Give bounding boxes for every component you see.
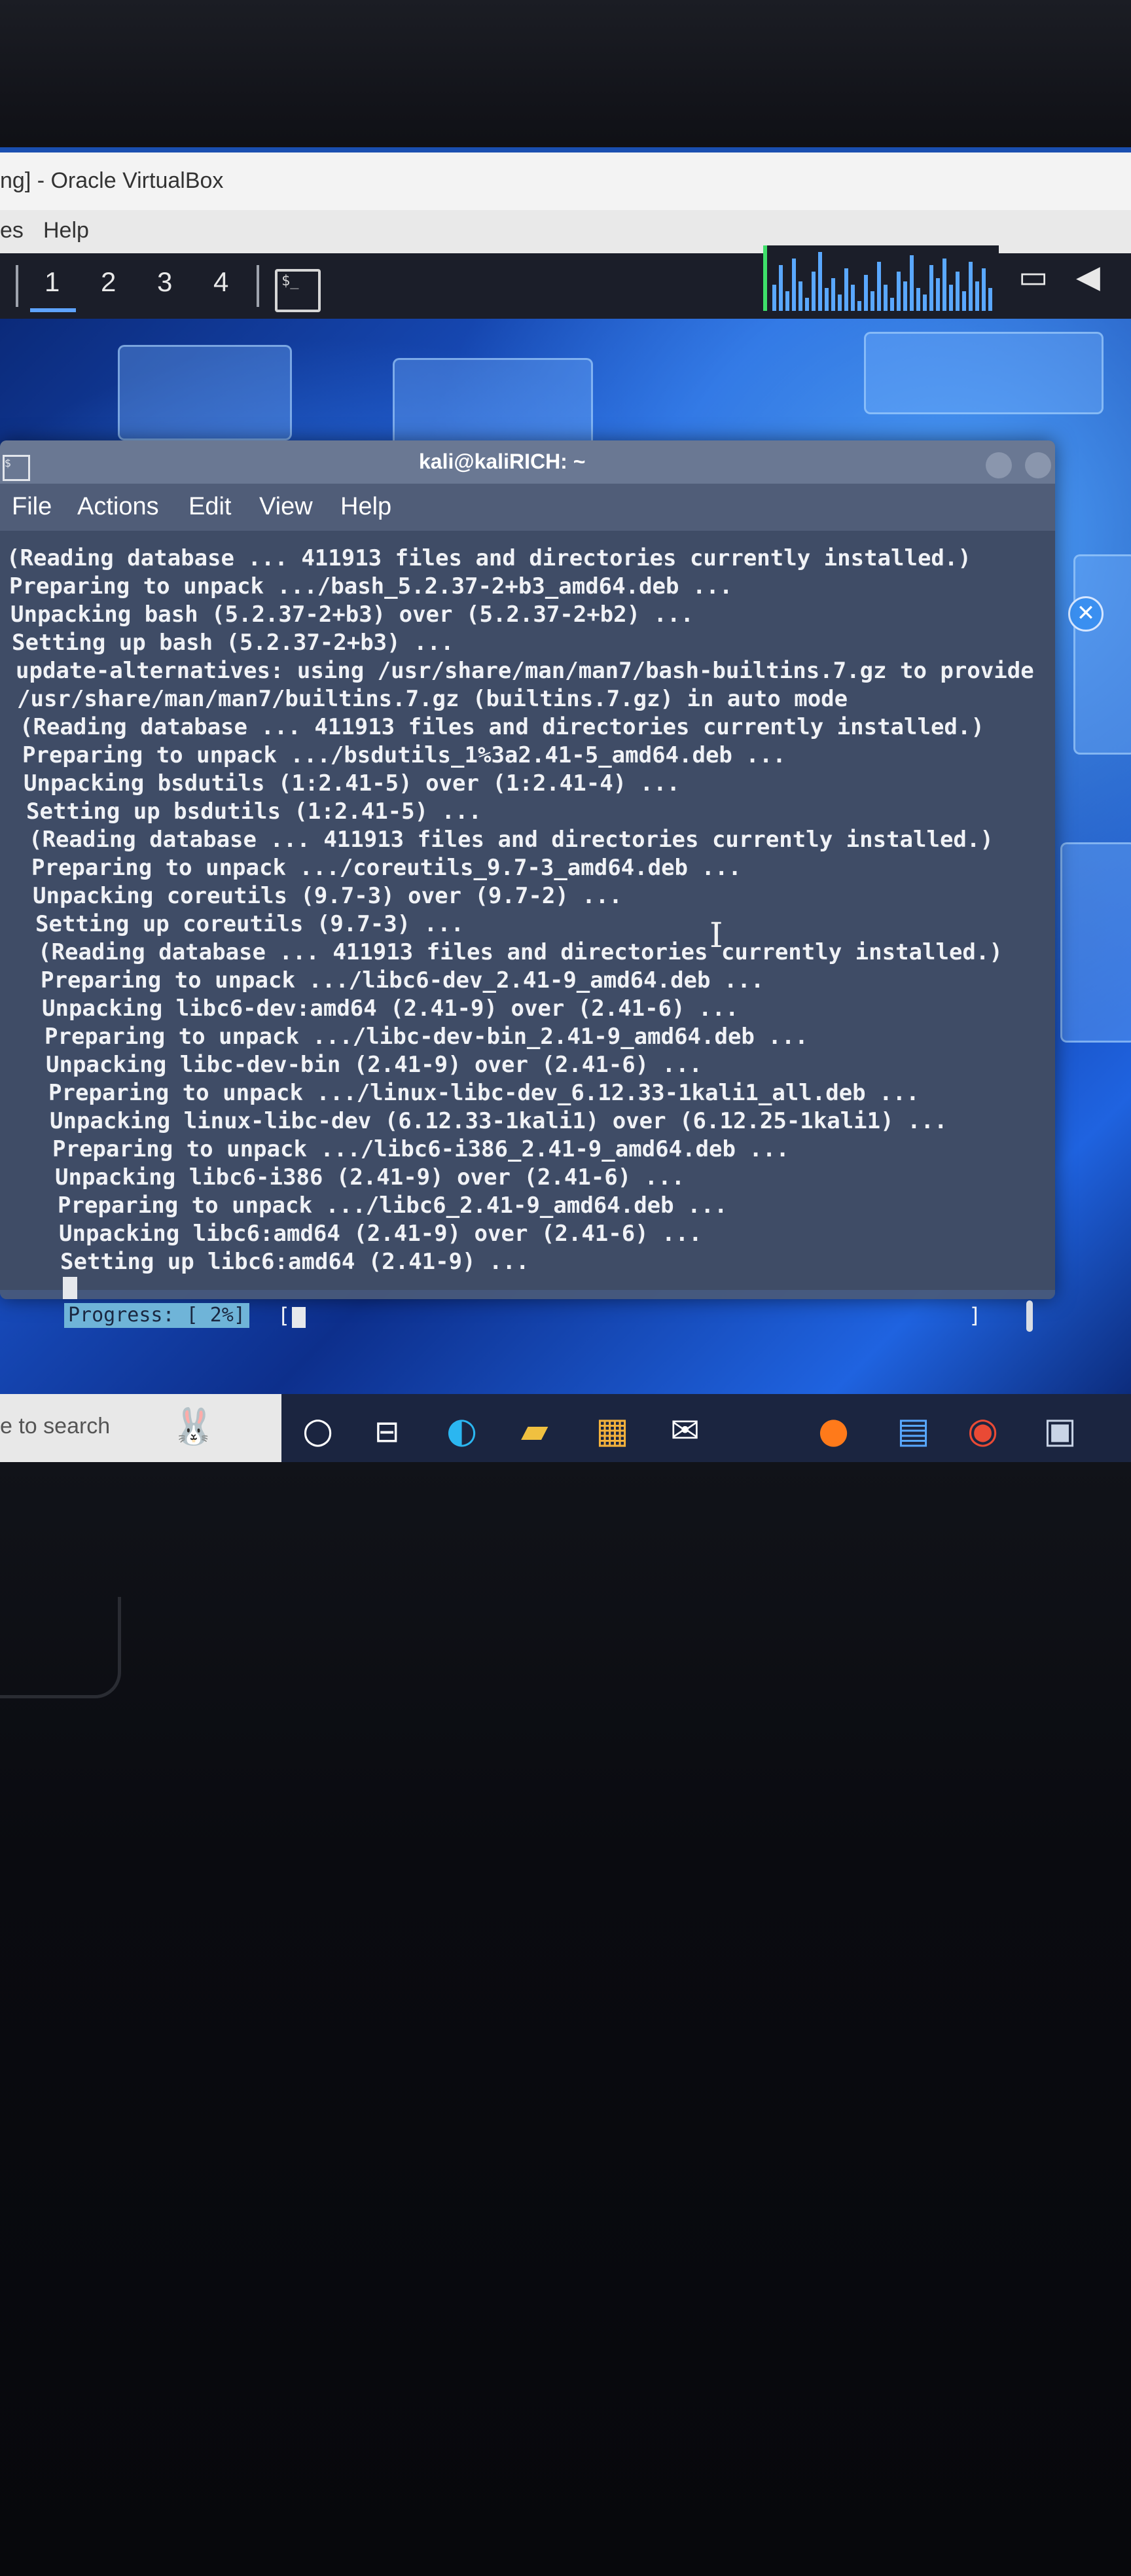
desk-surface — [0, 1462, 1131, 2576]
mail-icon[interactable]: ✉ — [670, 1410, 700, 1451]
terminal-line: Setting up bsdutils (1:2.41-5) ... — [26, 798, 482, 825]
search-box[interactable]: e to search 🐰 — [0, 1394, 281, 1462]
workspace-1[interactable]: 1 — [45, 266, 60, 298]
terminal-line: Unpacking libc6-i386 (2.41-9) over (2.41… — [55, 1164, 685, 1190]
vbox-menu-es[interactable]: es — [0, 218, 24, 243]
cpu-graph — [763, 245, 999, 311]
windows-taskbar: e to search 🐰 ○ ⊟ ◐ ▰ ▦ ✉ ● ▤ ◉ ▣ — [0, 1394, 1131, 1462]
terminal-titlebar: $ kali@kaliRICH: ~ — [0, 440, 1055, 484]
terminal-window-icon: $ — [3, 455, 30, 481]
cortana-icon[interactable]: ○ — [302, 1410, 333, 1451]
text-cursor-icon: I — [709, 916, 723, 956]
terminal-line: (Reading database ... 411913 files and d… — [38, 939, 1003, 965]
virtualbox-titlebar: ng] - Oracle VirtualBox — [0, 152, 1131, 210]
terminal-line: (Reading database ... 411913 files and d… — [7, 545, 971, 571]
terminal-line: Preparing to unpack .../linux-libc-dev_6… — [48, 1080, 920, 1106]
wallpaper-key-shape — [864, 332, 1104, 414]
terminal-line: Setting up coreutils (9.7-3) ... — [35, 911, 465, 937]
minimize-button[interactable] — [986, 452, 1012, 478]
store-icon[interactable]: ▦ — [596, 1410, 629, 1451]
active-workspace-indicator — [30, 308, 76, 312]
virtualbox-title: ng] - Oracle VirtualBox — [0, 168, 224, 193]
menu-edit[interactable]: Edit — [188, 493, 231, 521]
workspace-4[interactable]: 4 — [213, 266, 228, 298]
menu-view[interactable]: View — [259, 493, 313, 521]
maximize-button[interactable] — [1025, 452, 1051, 478]
terminal-line: Preparing to unpack .../libc6-dev_2.41-9… — [41, 967, 764, 993]
firefox-icon[interactable]: ● — [818, 1410, 849, 1451]
terminal-line: Unpacking bsdutils (1:2.41-5) over (1:2.… — [24, 770, 681, 796]
terminal-line: Preparing to unpack .../bsdutils_1%3a2.4… — [22, 742, 786, 768]
progress-bar-open: [ — [278, 1303, 291, 1328]
menu-help[interactable]: Help — [340, 493, 391, 521]
monitor-stand — [0, 1597, 121, 1698]
terminal-close-button[interactable]: ✕ — [1068, 596, 1104, 632]
display-icon[interactable]: ▭ — [1018, 259, 1048, 295]
terminal-line: update-alternatives: using /usr/share/ma… — [16, 658, 1034, 684]
terminal-line: Preparing to unpack .../coreutils_9.7-3_… — [31, 855, 742, 881]
terminal-line: Unpacking coreutils (9.7-3) over (9.7-2)… — [33, 883, 622, 909]
terminal-line: Unpacking bash (5.2.37-2+b3) over (5.2.3… — [10, 601, 694, 628]
terminal-line: Setting up bash (5.2.37-2+b3) ... — [12, 630, 454, 656]
terminal-line: Unpacking linux-libc-dev (6.12.33-1kali1… — [50, 1108, 948, 1134]
terminal-title: kali@kaliRICH: ~ — [419, 450, 586, 473]
search-placeholder: e to search — [0, 1414, 111, 1439]
terminal-line: Preparing to unpack .../libc6-i386_2.41-… — [52, 1136, 789, 1162]
menu-actions[interactable]: Actions — [77, 493, 159, 521]
terminal-cursor — [63, 1277, 77, 1299]
progress-bar-fill — [292, 1307, 306, 1328]
progress-label: Progress: [ 2%] — [64, 1303, 249, 1328]
terminal-line: Preparing to unpack .../bash_5.2.37-2+b3… — [9, 573, 733, 599]
terminal-line: /usr/share/man/man7/builtins.7.gz (built… — [17, 686, 848, 712]
volume-icon[interactable]: ◀ — [1076, 259, 1100, 295]
panel-separator — [16, 265, 18, 307]
progress-bar-close: ] — [969, 1303, 982, 1328]
terminal-line: Setting up libc6:amd64 (2.41-9) ... — [60, 1249, 530, 1275]
terminal-line: Preparing to unpack .../libc6_2.41-9_amd… — [58, 1192, 728, 1219]
edge-icon[interactable]: ◐ — [446, 1410, 477, 1451]
wallpaper-key-shape — [118, 345, 292, 440]
vbox-menu-help[interactable]: Help — [43, 218, 89, 243]
terminal-line: (Reading database ... 411913 files and d… — [29, 827, 994, 853]
panel-separator — [257, 265, 259, 307]
app-icon[interactable]: ▤ — [897, 1410, 930, 1451]
terminal-line: Preparing to unpack .../libc-dev-bin_2.4… — [45, 1024, 808, 1050]
virtualbox-icon[interactable]: ▣ — [1043, 1410, 1077, 1451]
menu-file[interactable]: File — [12, 493, 52, 521]
wallpaper-key-shape — [1060, 842, 1131, 1043]
terminal-line: Unpacking libc6:amd64 (2.41-9) over (2.4… — [59, 1221, 702, 1247]
terminal-launcher-glyph: $_ — [281, 273, 299, 289]
task-view-icon[interactable]: ⊟ — [374, 1414, 400, 1449]
search-highlight-icon: 🐰 — [171, 1406, 216, 1447]
terminal-line: Unpacking libc6-dev:amd64 (2.41-9) over … — [42, 995, 739, 1022]
wallpaper-key-shape — [1073, 554, 1131, 755]
terminal-line: Unpacking libc-dev-bin (2.41-9) over (2.… — [46, 1052, 703, 1078]
file-explorer-icon[interactable]: ▰ — [521, 1410, 548, 1451]
terminal-menubar: File Actions Edit View Help — [0, 484, 1055, 531]
monitor-bezel — [0, 0, 1131, 157]
workspace-3[interactable]: 3 — [157, 266, 172, 298]
chrome-icon[interactable]: ◉ — [967, 1410, 998, 1451]
terminal-launcher-icon[interactable]: $_ — [275, 269, 321, 312]
terminal-line: (Reading database ... 411913 files and d… — [20, 714, 984, 740]
terminal-scrollbar[interactable] — [1026, 1300, 1033, 1332]
workspace-2[interactable]: 2 — [101, 266, 116, 298]
terminal-window: $ kali@kaliRICH: ~ File Actions Edit Vie… — [0, 440, 1055, 1332]
